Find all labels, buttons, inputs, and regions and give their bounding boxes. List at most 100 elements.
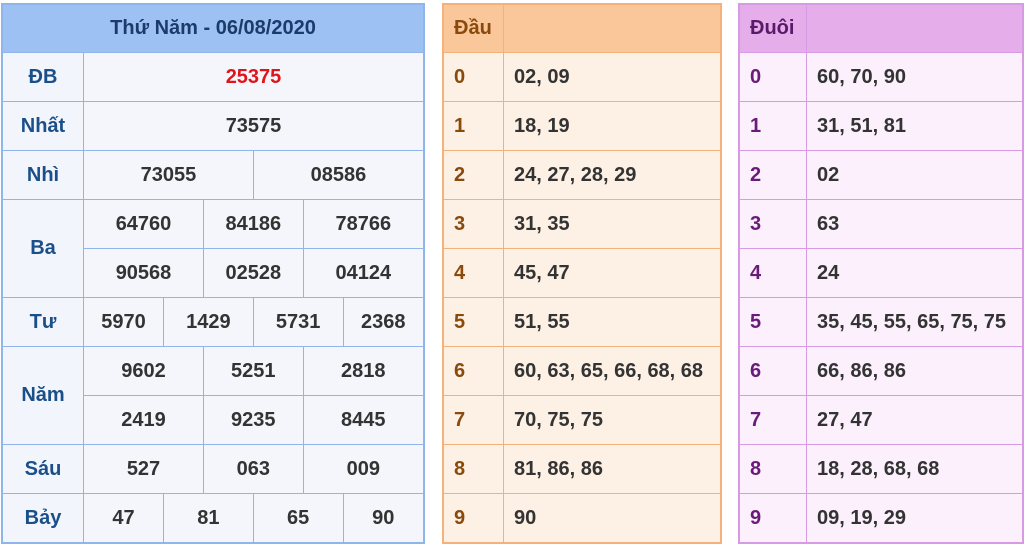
dau-values: 24, 27, 28, 29 — [503, 150, 722, 200]
prize-ba-value: 84186 — [203, 199, 304, 249]
dau-key: 5 — [442, 297, 504, 347]
duoi-row: 4 24 — [738, 248, 1024, 298]
dau-key: 0 — [442, 52, 504, 102]
prize-bay-value: 90 — [342, 493, 425, 544]
dau-key: 7 — [442, 395, 504, 445]
row-nam-1: Năm 9602 5251 2818 — [1, 346, 425, 445]
duoi-table: Đuôi 0 60, 70, 90 1 31, 51, 81 2 02 3 63 4 24… — [738, 3, 1024, 544]
prize-sau-value: 063 — [203, 444, 304, 494]
duoi-key: 1 — [738, 101, 807, 151]
row-sau: Sáu 527 063 009 — [1, 444, 425, 494]
dau-table: Đầu 0 02, 09 1 18, 19 2 24, 27, 28, 29 3 31,… — [442, 3, 722, 544]
duoi-values: 09, 19, 29 — [806, 493, 1024, 544]
duoi-key: 6 — [738, 346, 807, 396]
prize-bay-value: 81 — [163, 493, 254, 544]
label-bay: Bảy — [1, 493, 84, 544]
prize-tu-value: 5970 — [83, 297, 164, 347]
duoi-key: 8 — [738, 444, 807, 494]
duoi-header-blank — [806, 3, 1024, 53]
duoi-values: 18, 28, 68, 68 — [806, 444, 1024, 494]
prize-nam-value: 9602 — [83, 346, 204, 396]
row-tu: Tư 5970 1429 5731 2368 — [1, 297, 425, 347]
prize-nhat-value: 73575 — [83, 101, 425, 151]
prize-ba-value: 04124 — [302, 248, 425, 298]
dau-row: 9 90 — [442, 493, 722, 544]
dau-values: 31, 35 — [503, 199, 722, 249]
dau-key: 4 — [442, 248, 504, 298]
label-db: ĐB — [1, 52, 84, 102]
results-header-row: Thứ Năm - 06/08/2020 — [1, 3, 425, 53]
duoi-key: 4 — [738, 248, 807, 298]
prize-sau-value: 527 — [83, 444, 204, 494]
results-title: Thứ Năm - 06/08/2020 — [1, 3, 425, 53]
duoi-row: 1 31, 51, 81 — [738, 101, 1024, 151]
prize-ba-value: 78766 — [302, 199, 425, 249]
dau-values: 90 — [503, 493, 722, 544]
duoi-header-row: Đuôi — [738, 3, 1024, 53]
prize-ba-value: 02528 — [203, 248, 304, 298]
dau-values: 60, 63, 65, 66, 68, 68 — [503, 346, 722, 396]
dau-key: 8 — [442, 444, 504, 494]
prize-tu-value: 1429 — [163, 297, 254, 347]
row-bay: Bảy 47 81 65 90 — [1, 493, 425, 544]
prize-nam-value: 5251 — [203, 346, 304, 396]
duoi-values: 66, 86, 86 — [806, 346, 1024, 396]
prize-nam-value: 2419 — [83, 395, 204, 445]
dau-header-row: Đầu — [442, 3, 722, 53]
label-nhi: Nhì — [1, 150, 84, 200]
duoi-values: 02 — [806, 150, 1024, 200]
prize-tu-value: 2368 — [342, 297, 425, 347]
duoi-key: 7 — [738, 395, 807, 445]
row-ba-1: Ba 64760 84186 78766 — [1, 199, 425, 298]
duoi-row: 3 63 — [738, 199, 1024, 249]
dau-header: Đầu — [442, 3, 504, 53]
dau-key: 9 — [442, 493, 504, 544]
duoi-key: 5 — [738, 297, 807, 347]
duoi-key: 0 — [738, 52, 807, 102]
dau-values: 02, 09 — [503, 52, 722, 102]
duoi-values: 31, 51, 81 — [806, 101, 1024, 151]
duoi-values: 60, 70, 90 — [806, 52, 1024, 102]
prize-ba-value: 90568 — [83, 248, 204, 298]
row-nhi: Nhì 73055 08586 — [1, 150, 425, 200]
prize-bay-value: 65 — [252, 493, 344, 544]
duoi-row: 6 66, 86, 86 — [738, 346, 1024, 396]
duoi-values: 63 — [806, 199, 1024, 249]
prize-nam-value: 2818 — [302, 346, 425, 396]
duoi-key: 9 — [738, 493, 807, 544]
duoi-row: 0 60, 70, 90 — [738, 52, 1024, 102]
label-tu: Tư — [1, 297, 84, 347]
duoi-header: Đuôi — [738, 3, 807, 53]
dau-header-blank — [503, 3, 722, 53]
results-table: Thứ Năm - 06/08/2020 ĐB 25375 Nhất 73575… — [1, 3, 425, 544]
dau-row: 4 45, 47 — [442, 248, 722, 298]
dau-key: 1 — [442, 101, 504, 151]
row-nhat: Nhất 73575 — [1, 101, 425, 151]
dau-values: 45, 47 — [503, 248, 722, 298]
dau-key: 6 — [442, 346, 504, 396]
duoi-row: 9 09, 19, 29 — [738, 493, 1024, 544]
dau-key: 2 — [442, 150, 504, 200]
dau-values: 70, 75, 75 — [503, 395, 722, 445]
prize-ba-value: 64760 — [83, 199, 204, 249]
duoi-row: 7 27, 47 — [738, 395, 1024, 445]
dau-row: 5 51, 55 — [442, 297, 722, 347]
dau-values: 18, 19 — [503, 101, 722, 151]
duoi-key: 2 — [738, 150, 807, 200]
dau-key: 3 — [442, 199, 504, 249]
duoi-row: 2 02 — [738, 150, 1024, 200]
duoi-values: 27, 47 — [806, 395, 1024, 445]
prize-nam-value: 8445 — [302, 395, 425, 445]
duoi-key: 3 — [738, 199, 807, 249]
duoi-row: 5 35, 45, 55, 65, 75, 75 — [738, 297, 1024, 347]
duoi-values: 35, 45, 55, 65, 75, 75 — [806, 297, 1024, 347]
prize-nam-value: 9235 — [203, 395, 304, 445]
dau-row: 3 31, 35 — [442, 199, 722, 249]
prize-nhi-value: 08586 — [252, 150, 425, 200]
dau-row: 7 70, 75, 75 — [442, 395, 722, 445]
label-sau: Sáu — [1, 444, 84, 494]
duoi-values: 24 — [806, 248, 1024, 298]
dau-row: 2 24, 27, 28, 29 — [442, 150, 722, 200]
prize-tu-value: 5731 — [252, 297, 344, 347]
prize-nhi-value: 73055 — [83, 150, 254, 200]
